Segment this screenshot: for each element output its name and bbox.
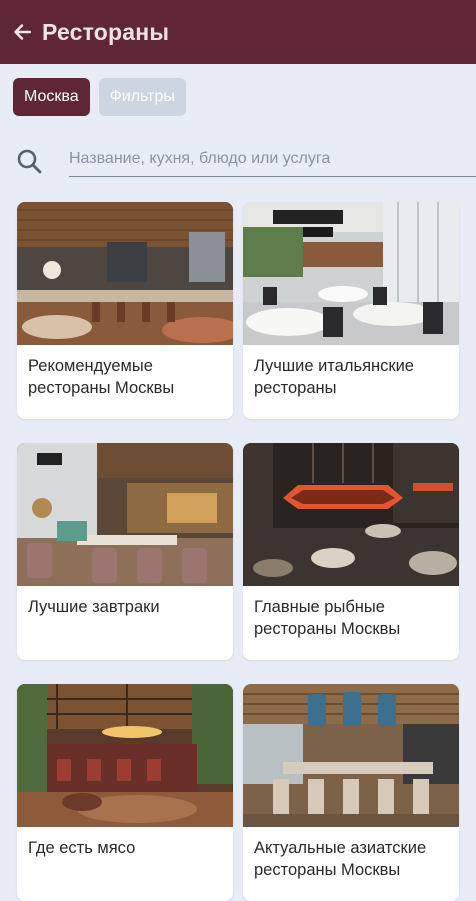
collection-card[interactable]: Лучшие завтраки xyxy=(17,443,233,660)
collection-title: Лучшие итальянские рестораны xyxy=(254,357,414,397)
restaurant-photo xyxy=(17,202,233,345)
collection-card[interactable]: Рекомендуемые рестораны Москвы xyxy=(17,202,233,419)
app-bar: Рестораны xyxy=(0,0,476,64)
collection-title: Главные рыбные рестораны Москвы xyxy=(254,598,401,638)
city-chip[interactable]: Москва xyxy=(13,78,90,116)
search-icon[interactable] xyxy=(16,148,42,174)
restaurant-photo xyxy=(243,443,459,586)
page-title: Рестораны xyxy=(42,18,170,45)
search-bar xyxy=(16,144,476,178)
restaurant-photo xyxy=(17,443,233,586)
collection-title: Рекомендуемые рестораны Москвы xyxy=(28,357,175,397)
collection-title: Лучшие завтраки xyxy=(28,598,160,616)
arrow-left-icon xyxy=(14,24,31,40)
collection-title: Актуальные азиатские рестораны Москвы xyxy=(254,839,427,879)
restaurant-photo xyxy=(17,684,233,827)
back-button[interactable] xyxy=(11,21,33,43)
collection-card[interactable]: Актуальные азиатские рестораны Москвы xyxy=(243,684,459,901)
search-input[interactable] xyxy=(69,144,476,177)
collection-card[interactable]: Главные рыбные рестораны Москвы xyxy=(243,443,459,660)
filters-chip[interactable]: Фильтры xyxy=(98,78,186,116)
collection-card[interactable]: Лучшие итальянские рестораны xyxy=(243,202,459,419)
collection-card[interactable]: Где есть мясо xyxy=(17,684,233,901)
restaurant-photo xyxy=(243,684,459,827)
collection-title: Где есть мясо xyxy=(28,839,136,857)
filter-chips: Москва Фильтры xyxy=(13,78,186,116)
restaurant-photo xyxy=(243,202,459,345)
